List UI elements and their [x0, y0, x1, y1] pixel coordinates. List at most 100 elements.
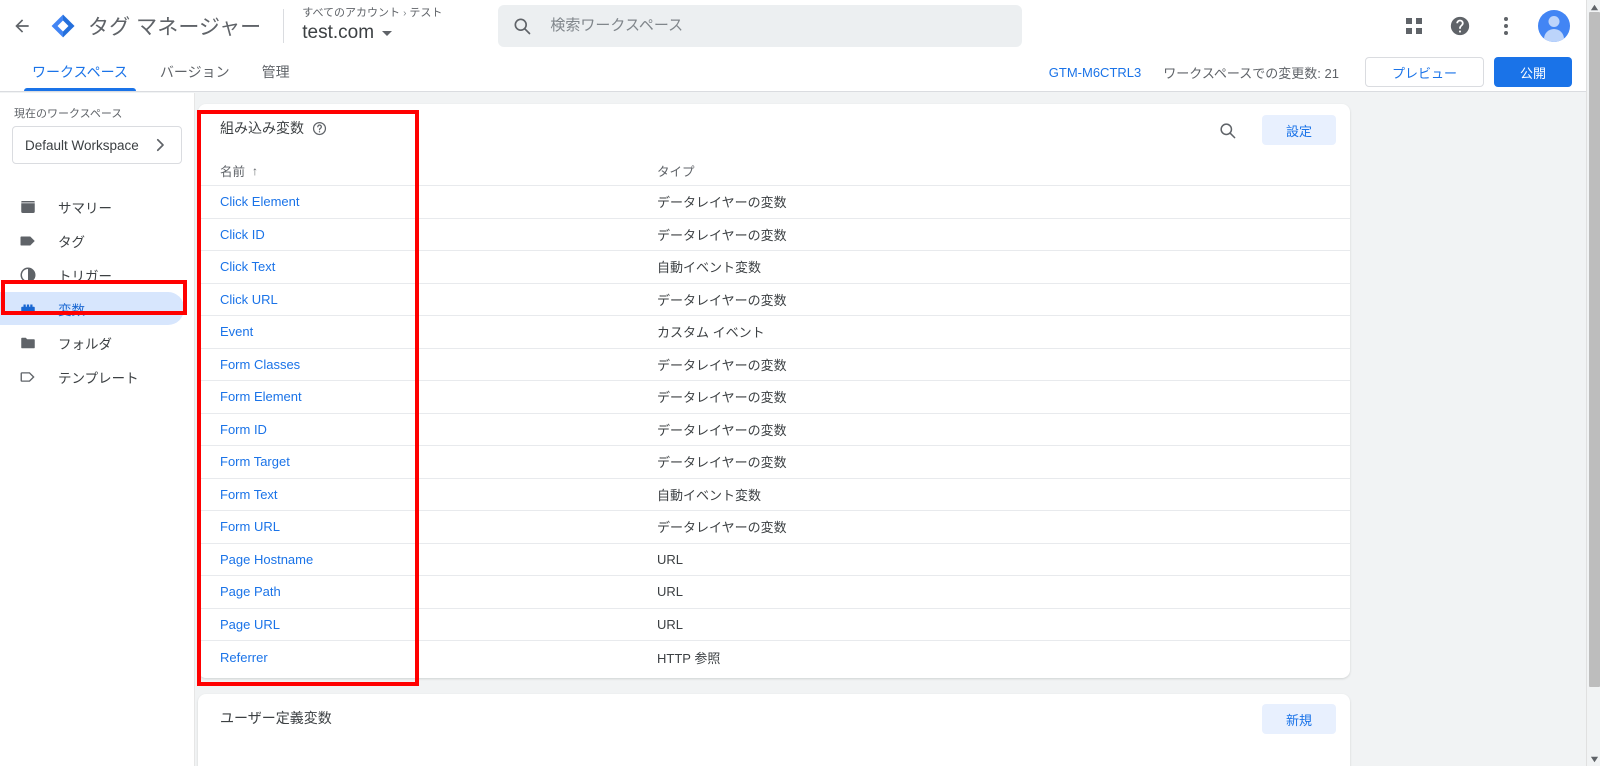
breadcrumb-separator: ›	[403, 8, 407, 19]
builtin-variables-table-body: Click Element データレイヤーの変数 Click ID データレイヤーの…	[198, 186, 1350, 674]
variable-type: URL	[657, 551, 684, 567]
tab-workspace-label: ワークスペース	[32, 63, 128, 80]
sidebar-item-label: フォルダ	[58, 336, 112, 352]
variable-name-link[interactable]: Event	[198, 324, 653, 339]
help-circle-icon[interactable]	[312, 121, 327, 136]
user-defined-variables-actions: 新規	[1244, 704, 1336, 734]
table-row[interactable]: Click URL データレイヤーの変数	[198, 284, 1350, 316]
variable-name-link[interactable]: Form Text	[198, 487, 653, 502]
workspace-name: Default Workspace	[25, 137, 139, 153]
container-name: test.com	[302, 21, 442, 45]
variable-name-link[interactable]: Form Classes	[198, 357, 653, 372]
sidebar-item-templates[interactable]: テンプレート	[0, 360, 184, 393]
header-actions	[1388, 0, 1570, 52]
variable-name-link[interactable]: Form URL	[198, 519, 653, 534]
variable-name-link[interactable]: Form Element	[198, 389, 653, 404]
variable-name-link[interactable]: Page URL	[198, 617, 653, 632]
variable-name-link[interactable]: Form Target	[198, 454, 653, 469]
variable-type: 自動イベント変数	[657, 260, 762, 276]
avatar[interactable]	[1538, 10, 1570, 42]
variable-name-link[interactable]: Page Path	[198, 584, 653, 599]
workspace-changes-count: ワークスペースでの変更数: 21	[1163, 65, 1339, 81]
template-icon	[18, 367, 38, 387]
variable-name-link[interactable]: Form ID	[198, 422, 653, 437]
new-variable-button[interactable]: 新規	[1261, 704, 1336, 734]
back-icon[interactable]	[2, 6, 42, 46]
variable-name-link[interactable]: Click ID	[198, 227, 653, 242]
breadcrumb-all-accounts: すべてのアカウント	[302, 7, 401, 19]
avatar-head	[1548, 16, 1560, 27]
table-row[interactable]: Click Element データレイヤーの変数	[198, 186, 1350, 219]
sidebar-item-folders[interactable]: フォルダ	[0, 326, 184, 359]
table-row[interactable]: Form URL データレイヤーの変数	[198, 511, 1350, 544]
table-row[interactable]: Form ID データレイヤーの変数	[198, 414, 1350, 446]
table-row[interactable]: Form Target データレイヤーの変数	[198, 446, 1350, 479]
page-scrollbar[interactable]	[1586, 0, 1600, 766]
variable-type: 自動イベント変数	[657, 487, 762, 503]
publish-button[interactable]: 公開	[1493, 57, 1572, 87]
tag-icon	[18, 231, 38, 251]
variable-name-link[interactable]: Page Hostname	[198, 552, 653, 567]
table-row[interactable]: Click Text 自動イベント変数	[198, 251, 1350, 284]
table-row[interactable]: Page URL URL	[198, 609, 1350, 641]
table-row[interactable]: Form Element データレイヤーの変数	[198, 381, 1350, 414]
summary-icon	[18, 197, 38, 217]
table-row[interactable]: Form Text 自動イベント変数	[198, 479, 1350, 511]
table-row[interactable]: Click ID データレイヤーの変数	[198, 219, 1350, 251]
variable-type: データレイヤーの変数	[657, 357, 787, 373]
sidebar-item-label: タグ	[58, 234, 85, 250]
tab-admin[interactable]: 管理	[246, 52, 306, 91]
sidebar-nav: サマリー タグ トリガー 変数 フォルダ テンプレート	[0, 190, 194, 393]
tab-versions-label: バージョン	[159, 63, 230, 80]
folder-icon	[18, 333, 38, 353]
scroll-down-icon[interactable]	[1587, 752, 1600, 766]
variable-type: HTTP 参照	[657, 650, 721, 666]
variable-name-link[interactable]: Referrer	[198, 650, 653, 665]
search-icon	[512, 16, 532, 36]
account-selector[interactable]: すべてのアカウント › テスト test.com	[302, 6, 442, 45]
sidebar-item-triggers[interactable]: トリガー	[0, 258, 184, 291]
container-name-text: test.com	[302, 22, 375, 43]
sidebar-item-summary[interactable]: サマリー	[0, 190, 184, 223]
tab-workspace[interactable]: ワークスペース	[16, 52, 144, 91]
help-circle-icon[interactable]	[1440, 6, 1480, 46]
header-divider	[283, 8, 285, 43]
variable-name-link[interactable]: Click Text	[198, 259, 653, 274]
search-box[interactable]	[498, 4, 1023, 47]
table-row[interactable]: Page Hostname URL	[198, 544, 1350, 576]
builtin-variables-column-headers: 名前 ↑ タイプ	[198, 156, 1350, 186]
sidebar-item-label: トリガー	[58, 268, 112, 284]
chevron-down-icon[interactable]	[382, 30, 393, 36]
sidebar-item-variables[interactable]: 変数	[0, 292, 184, 325]
user-defined-variables-card: ユーザー定義変数 新規	[198, 694, 1350, 766]
container-id-link[interactable]: GTM-M6CTRL3	[1049, 65, 1141, 80]
variable-name-link[interactable]: Click URL	[198, 292, 653, 307]
table-row[interactable]: Event カスタム イベント	[198, 316, 1350, 349]
more-vertical-icon[interactable]	[1486, 6, 1526, 46]
variable-name-link[interactable]: Click Element	[198, 194, 653, 209]
tab-versions[interactable]: バージョン	[144, 52, 246, 91]
apps-grid-icon[interactable]	[1394, 6, 1434, 46]
variable-type: データレイヤーの変数	[657, 422, 787, 438]
sidebar-item-label: テンプレート	[58, 370, 139, 386]
preview-button[interactable]: プレビュー	[1364, 57, 1484, 87]
builtin-variables-title: 組み込み変数	[220, 118, 327, 138]
builtin-variables-settings-button[interactable]: 設定	[1261, 115, 1336, 145]
user-defined-variables-title-text: ユーザー定義変数	[220, 710, 332, 726]
builtin-variables-title-text: 組み込み変数	[220, 120, 304, 136]
table-row[interactable]: Referrer HTTP 参照	[198, 641, 1350, 674]
variable-type: データレイヤーの変数	[657, 227, 787, 243]
sort-ascending-icon: ↑	[252, 163, 259, 178]
search-icon[interactable]	[1212, 114, 1244, 146]
breadcrumb: すべてのアカウント › テスト	[302, 6, 442, 21]
search-input[interactable]	[548, 16, 1009, 35]
table-row[interactable]: Form Classes データレイヤーの変数	[198, 349, 1350, 381]
table-row[interactable]: Page Path URL	[198, 576, 1350, 609]
gtm-logo-icon	[46, 9, 80, 43]
column-header-name[interactable]: 名前 ↑	[198, 161, 653, 180]
tab-bar-actions: GTM-M6CTRL3 ワークスペースでの変更数: 21 プレビュー 公開	[1049, 52, 1572, 92]
sidebar-item-tags[interactable]: タグ	[0, 224, 184, 257]
user-defined-variables-header: ユーザー定義変数 新規	[198, 694, 1350, 746]
workspace-selector[interactable]: Default Workspace	[12, 126, 182, 164]
scrollbar-thumb[interactable]	[1589, 12, 1600, 687]
